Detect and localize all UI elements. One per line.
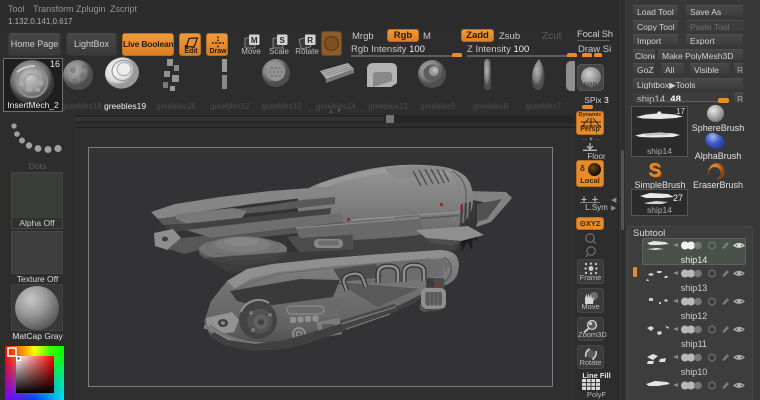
svg-text:S: S bbox=[280, 36, 286, 45]
svg-text:R: R bbox=[307, 36, 313, 45]
svg-text:Scale: Scale bbox=[269, 47, 290, 56]
svg-text:Rotate: Rotate bbox=[295, 47, 319, 56]
svg-text:Move: Move bbox=[241, 47, 261, 56]
svg-text:M: M bbox=[251, 36, 258, 45]
